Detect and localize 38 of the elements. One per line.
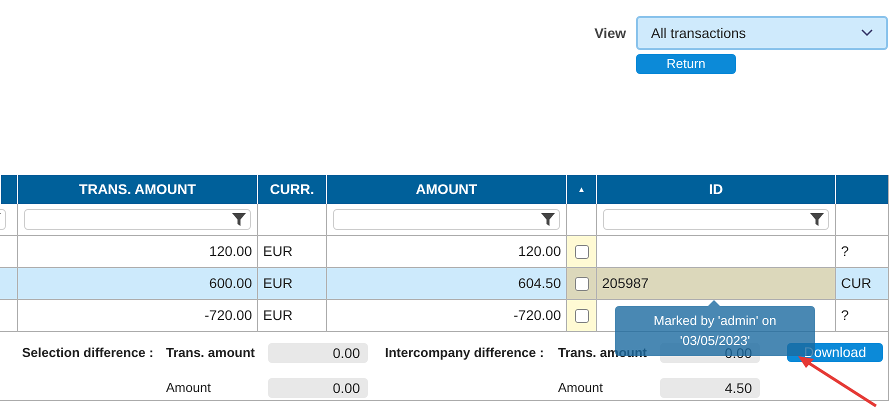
filter-field[interactable] <box>24 209 251 230</box>
table-cell: 600.00 <box>17 268 257 299</box>
checkbox[interactable] <box>574 308 588 322</box>
sort-indicator[interactable]: ▲ <box>578 184 586 196</box>
column-header[interactable]: AMOUNT <box>416 179 478 200</box>
amount-field: 0.00 <box>268 378 368 398</box>
filter-icon <box>810 213 824 226</box>
column-header[interactable]: CURR. <box>270 179 314 200</box>
filter-icon <box>541 213 555 226</box>
amount-label: Trans. amount <box>166 344 256 362</box>
table-row[interactable]: 600.00 EUR 604.50 205987 CUR <box>0 268 888 300</box>
filter-field[interactable] <box>603 209 829 230</box>
table-cell-text: 205987 <box>602 274 649 293</box>
table-cell: ? <box>835 300 889 331</box>
table-row[interactable]: 120.00 EUR 120.00 ? <box>0 236 888 268</box>
table-cell: CUR <box>835 268 889 299</box>
table-cell: EUR <box>257 268 326 299</box>
checkbox[interactable] <box>574 276 588 290</box>
filter-icon <box>232 213 246 226</box>
chevron-down-icon <box>861 29 873 37</box>
table-cell: ? <box>835 236 889 267</box>
column-header[interactable]: TRANS. AMOUNT <box>79 179 196 200</box>
checkbox[interactable] <box>574 244 588 258</box>
filter-field[interactable] <box>333 209 560 230</box>
view-dropdown[interactable]: All transactions <box>636 16 888 50</box>
column-header[interactable]: ID <box>709 179 723 200</box>
table-cell: EUR <box>257 300 326 331</box>
amount-field: 0.00 <box>268 343 368 363</box>
difference-label: Intercompany difference : <box>385 344 545 362</box>
table-cell: -720.00 <box>17 300 257 331</box>
amount-label: Amount <box>558 379 604 398</box>
return-button[interactable]: Return <box>636 54 736 74</box>
table-cell: EUR <box>257 236 326 267</box>
difference-label: Selection difference : <box>22 344 154 362</box>
table-cell: 120.00 <box>17 236 257 267</box>
amount-field: 4.50 <box>660 378 760 398</box>
view-label: View <box>594 24 626 43</box>
amount-label: Amount <box>166 379 212 398</box>
